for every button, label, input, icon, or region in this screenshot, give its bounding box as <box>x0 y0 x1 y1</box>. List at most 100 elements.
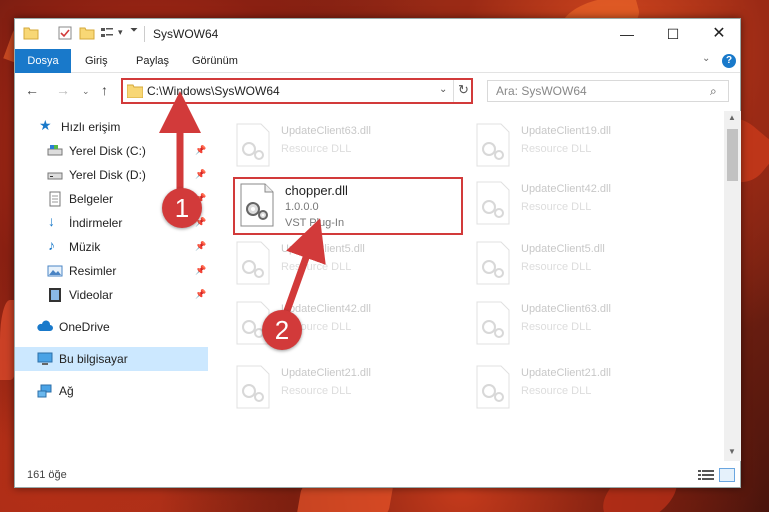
search-box[interactable]: Ara: SysWOW64 ⌕ <box>487 80 729 102</box>
pin-icon[interactable]: 📌 <box>195 241 206 252</box>
file-name: UpdateClient5.dll <box>521 243 605 255</box>
file-item-chopper-dll[interactable]: chopper.dll 1.0.0.0 VST Plug-In <box>233 177 463 235</box>
view-options-icon[interactable] <box>99 25 115 41</box>
sidebar-item-network[interactable]: Ağ <box>15 379 208 403</box>
help-icon[interactable]: ? <box>722 54 736 68</box>
file-item[interactable]: UpdateClient63.dll Resource DLL <box>471 297 701 355</box>
address-bar[interactable]: C:\Windows\SysWOW64 ⌄ ↻ <box>121 78 473 104</box>
file-item[interactable]: UpdateClient21.dll Resource DLL <box>471 361 701 419</box>
up-button[interactable]: ↑ <box>101 82 108 98</box>
file-name: UpdateClient63.dll <box>521 303 611 315</box>
item-count: 161 öğe <box>27 469 67 481</box>
sidebar-item-quick-access[interactable]: ★ Hızlı erişim <box>15 115 208 139</box>
file-description: Resource DLL <box>281 261 352 273</box>
tab-file[interactable]: Dosya <box>15 49 71 73</box>
details-view-icon[interactable] <box>698 469 714 481</box>
sidebar-item-videos[interactable]: Videolar 📌 <box>15 283 208 307</box>
documents-icon <box>49 191 61 207</box>
sidebar-item-pictures[interactable]: Resimler 📌 <box>15 259 208 283</box>
sidebar-item-label: Yerel Disk (C:) <box>69 144 146 158</box>
dll-file-icon <box>236 241 270 285</box>
file-description: Resource DLL <box>521 201 592 213</box>
cloud-icon <box>37 320 53 331</box>
forward-button[interactable]: → <box>56 82 70 98</box>
tab-share[interactable]: Paylaş <box>136 49 169 73</box>
address-path[interactable]: C:\Windows\SysWOW64 <box>147 84 280 98</box>
dll-file-icon <box>476 365 510 409</box>
drive-icon <box>47 172 63 180</box>
address-dropdown-icon[interactable]: ⌄ <box>439 84 447 95</box>
file-item[interactable]: UpdateClient5.dll Resource DLL <box>231 237 461 295</box>
file-item[interactable]: UpdateClient63.dll Resource DLL <box>231 119 461 177</box>
file-name: UpdateClient21.dll <box>521 367 611 379</box>
file-name: UpdateClient5.dll <box>281 243 365 255</box>
title-separator <box>144 26 145 42</box>
navigation-pane: ★ Hızlı erişim Yerel Disk (C:) 📌 Yerel D… <box>15 111 208 461</box>
tab-home[interactable]: Giriş <box>85 49 108 73</box>
sidebar-item-label: Müzik <box>69 240 101 254</box>
sidebar-item-label: Hızlı erişim <box>61 120 121 134</box>
status-bar: 161 öğe <box>15 463 740 487</box>
file-item[interactable]: UpdateClient21.dll Resource DLL <box>231 361 461 419</box>
scroll-thumb[interactable] <box>727 129 738 181</box>
file-description: Resource DLL <box>281 385 352 397</box>
tiles-view-icon[interactable] <box>719 468 735 482</box>
file-item[interactable]: UpdateClient5.dll Resource DLL <box>471 237 701 295</box>
callout-2: 2 <box>262 310 302 350</box>
sidebar-item-music[interactable]: ♪ Müzik 📌 <box>15 235 208 259</box>
properties-check-icon[interactable] <box>57 25 73 41</box>
sidebar-item-onedrive[interactable]: OneDrive <box>15 315 208 339</box>
dll-file-icon <box>476 241 510 285</box>
file-description: Resource DLL <box>281 143 352 155</box>
dll-file-icon <box>240 183 274 227</box>
search-icon[interactable]: ⌕ <box>710 84 717 99</box>
file-name: chopper.dll <box>285 183 348 198</box>
maximize-button[interactable]: ☐ <box>650 19 696 49</box>
file-name: UpdateClient42.dll <box>281 303 371 315</box>
star-icon: ★ <box>39 117 52 133</box>
window-title: SysWOW64 <box>153 27 219 41</box>
scroll-down-icon[interactable]: ▼ <box>728 447 736 456</box>
sidebar-item-this-pc[interactable]: Bu bilgisayar <box>15 347 208 371</box>
refresh-icon[interactable]: ↻ <box>458 82 469 98</box>
title-bar: ▾ ⏷ SysWOW64 — ☐ ✕ <box>15 19 740 49</box>
scroll-up-icon[interactable]: ▲ <box>728 113 736 122</box>
dll-file-icon <box>476 301 510 345</box>
sidebar-item-label: Resimler <box>69 264 117 278</box>
explorer-window: ▾ ⏷ SysWOW64 — ☐ ✕ Dosya Giriş Paylaş Gö… <box>14 18 741 488</box>
file-list: UpdateClient63.dll Resource DLL UpdateCl… <box>211 111 723 461</box>
sidebar-item-label: Ağ <box>59 384 74 398</box>
vertical-scrollbar[interactable]: ▲ ▼ <box>724 111 741 461</box>
sidebar-item-drive-d[interactable]: Yerel Disk (D:) 📌 <box>15 163 208 187</box>
file-version: 1.0.0.0 <box>285 201 319 213</box>
tab-view[interactable]: Görünüm <box>192 49 238 73</box>
file-item[interactable]: UpdateClient42.dll Resource DLL <box>471 177 701 235</box>
close-button[interactable]: ✕ <box>696 19 742 49</box>
sidebar-item-drive-c[interactable]: Yerel Disk (C:) 📌 <box>15 139 208 163</box>
ribbon-expand-icon[interactable]: ⌄ <box>702 53 710 64</box>
dll-file-icon <box>236 365 270 409</box>
sidebar-item-label: Yerel Disk (D:) <box>69 168 146 182</box>
folder-icon[interactable] <box>23 25 39 41</box>
pin-icon[interactable]: 📌 <box>195 289 206 300</box>
recent-locations-icon[interactable]: ⌄ <box>82 86 90 97</box>
sidebar-item-label: OneDrive <box>59 320 110 334</box>
file-item[interactable]: UpdateClient19.dll Resource DLL <box>471 119 701 177</box>
file-name: UpdateClient42.dll <box>521 183 611 195</box>
network-icon <box>37 384 52 398</box>
callout-1: 1 <box>162 188 202 228</box>
new-folder-icon[interactable] <box>79 25 95 41</box>
pin-icon[interactable]: 📌 <box>195 265 206 276</box>
dll-file-icon <box>476 181 510 225</box>
file-name: UpdateClient63.dll <box>281 125 371 137</box>
back-button[interactable]: ← <box>25 82 39 98</box>
minimize-button[interactable]: — <box>604 19 650 49</box>
pictures-icon <box>47 265 63 277</box>
videos-icon <box>49 288 61 302</box>
pin-icon[interactable]: 📌 <box>195 145 206 156</box>
search-input[interactable]: Ara: SysWOW64 <box>496 84 587 98</box>
file-description: Resource DLL <box>521 321 592 333</box>
navigation-bar: ← → ⌄ ↑ C:\Windows\SysWOW64 ⌄ ↻ Ara: Sys… <box>15 74 740 108</box>
file-description: VST Plug-In <box>285 217 345 229</box>
pin-icon[interactable]: 📌 <box>195 169 206 180</box>
